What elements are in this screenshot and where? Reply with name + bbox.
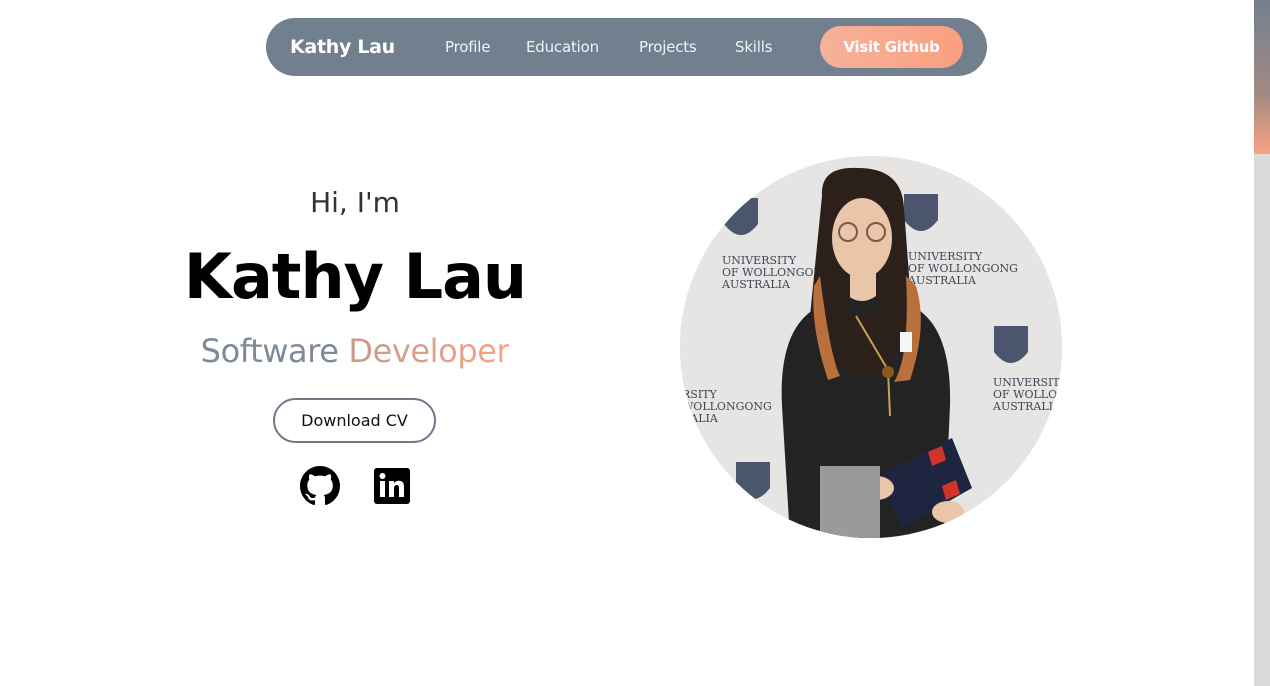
profile-photo: UNIVERSITY OF WOLLONGONG AUSTRALIA UNIVE… <box>680 156 1062 538</box>
linkedin-icon[interactable] <box>372 466 412 506</box>
download-cv-button[interactable]: Download CV <box>273 398 436 443</box>
nav-link-education[interactable]: Education <box>526 18 599 76</box>
role-title: Software Developer <box>150 332 560 370</box>
nav-link-projects[interactable]: Projects <box>639 18 697 76</box>
nav-link-profile[interactable]: Profile <box>445 18 490 76</box>
svg-text:AUSTRALIA: AUSTRALIA <box>992 400 1062 413</box>
navbar: Kathy Lau Profile Education Projects Ski… <box>266 18 987 76</box>
scrollbar-thumb[interactable] <box>1254 0 1270 154</box>
github-icon[interactable] <box>300 466 340 506</box>
brand-logo[interactable]: Kathy Lau <box>290 18 395 76</box>
greeting-text: Hi, I'm <box>310 186 400 219</box>
visit-github-button[interactable]: Visit Github <box>820 26 963 68</box>
svg-text:AUSTRALIA: AUSTRALIA <box>907 274 977 287</box>
role-part-developer: Developer <box>348 332 510 370</box>
role-part-software: Software <box>200 332 339 370</box>
page: Kathy Lau Profile Education Projects Ski… <box>0 0 1270 686</box>
svg-text:RALIA: RALIA <box>682 412 719 425</box>
hero-name: Kathy Lau <box>183 240 527 313</box>
svg-text:AUSTRALIA: AUSTRALIA <box>721 278 791 291</box>
nav-link-skills[interactable]: Skills <box>735 18 773 76</box>
